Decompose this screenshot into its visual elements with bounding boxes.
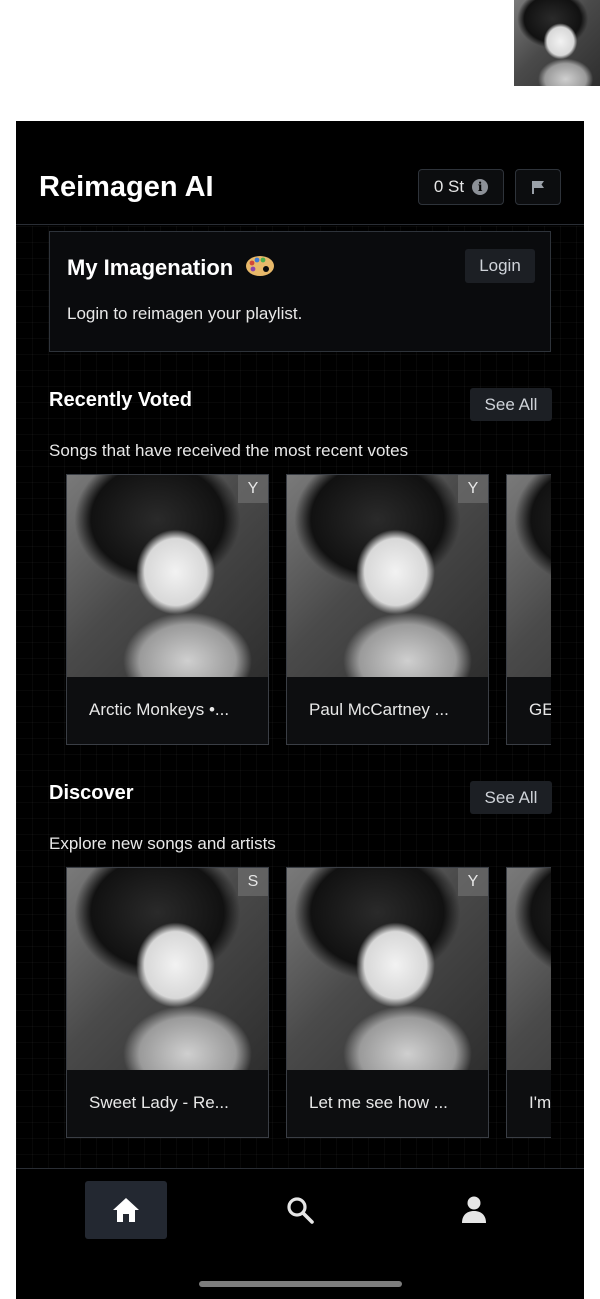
my-imagenation-title: My Imagenation <box>67 254 275 281</box>
credits-button[interactable]: 0 St i <box>418 169 504 205</box>
discover-carousel[interactable]: S Sweet Lady - Re... Y Let me see how ..… <box>66 867 551 1139</box>
login-button[interactable]: Login <box>465 249 535 283</box>
song-card-label: Arctic Monkeys •... <box>89 700 230 719</box>
song-card-label: Sweet Lady - Re... <box>89 1093 229 1112</box>
home-indicator <box>199 1281 402 1287</box>
recently-voted-title: Recently Voted <box>49 389 192 411</box>
flag-button[interactable] <box>515 169 561 205</box>
my-imagenation-description: Login to reimagen your playlist. <box>67 304 303 323</box>
song-cover-image <box>67 475 268 677</box>
song-card-label: GE <box>529 700 551 719</box>
song-card[interactable]: I'm <box>506 867 551 1138</box>
song-card-label: Let me see how ... <box>309 1093 448 1112</box>
song-card-label: I'm <box>529 1093 551 1112</box>
nav-search-button[interactable] <box>259 1181 341 1239</box>
nav-profile-button[interactable] <box>433 1181 515 1239</box>
discover-title: Discover <box>49 782 134 804</box>
recently-voted-carousel[interactable]: Y Arctic Monkeys •... Y Paul McCartney .… <box>66 474 551 746</box>
info-icon: i <box>472 179 489 195</box>
palette-icon <box>246 256 275 276</box>
bottom-navigation <box>16 1168 584 1299</box>
app-title: Reimagen AI <box>39 171 214 203</box>
song-card[interactable]: Y Let me see how ... <box>286 867 489 1138</box>
flag-icon <box>532 181 544 194</box>
main-content[interactable]: My Imagenation Login Login to reimagen y… <box>16 226 584 1168</box>
song-cover-image <box>287 475 488 677</box>
song-cover-image <box>507 868 551 1070</box>
source-badge: Y <box>238 475 268 503</box>
discover-subtitle: Explore new songs and artists <box>49 834 276 853</box>
song-cover-image <box>67 868 268 1070</box>
song-cover-image <box>507 475 551 677</box>
home-icon <box>113 1198 139 1222</box>
song-card[interactable]: GE <box>506 474 551 745</box>
song-card[interactable]: Y Arctic Monkeys •... <box>66 474 269 745</box>
credits-label: 0 St <box>433 177 465 196</box>
song-cover-image <box>287 868 488 1070</box>
portrait-thumbnail <box>514 0 600 86</box>
source-badge: Y <box>458 475 488 503</box>
song-card[interactable]: S Sweet Lady - Re... <box>66 867 269 1138</box>
app-header: Reimagen AI 0 St i <box>16 121 584 225</box>
my-imagenation-title-text: My Imagenation <box>67 255 234 280</box>
recently-voted-see-all-button[interactable]: See All <box>470 388 552 421</box>
search-icon <box>287 1197 314 1224</box>
song-card[interactable]: Y Paul McCartney ... <box>286 474 489 745</box>
nav-home-button[interactable] <box>85 1181 167 1239</box>
profile-icon <box>462 1196 486 1223</box>
song-card-label: Paul McCartney ... <box>309 700 449 719</box>
my-imagenation-card: My Imagenation Login Login to reimagen y… <box>49 231 551 352</box>
discover-see-all-button[interactable]: See All <box>470 781 552 814</box>
source-badge: Y <box>458 868 488 896</box>
source-badge: S <box>238 868 268 896</box>
app-screen: Reimagen AI 0 St i My Imagenation Login … <box>16 121 584 1299</box>
recently-voted-subtitle: Songs that have received the most recent… <box>49 441 409 460</box>
